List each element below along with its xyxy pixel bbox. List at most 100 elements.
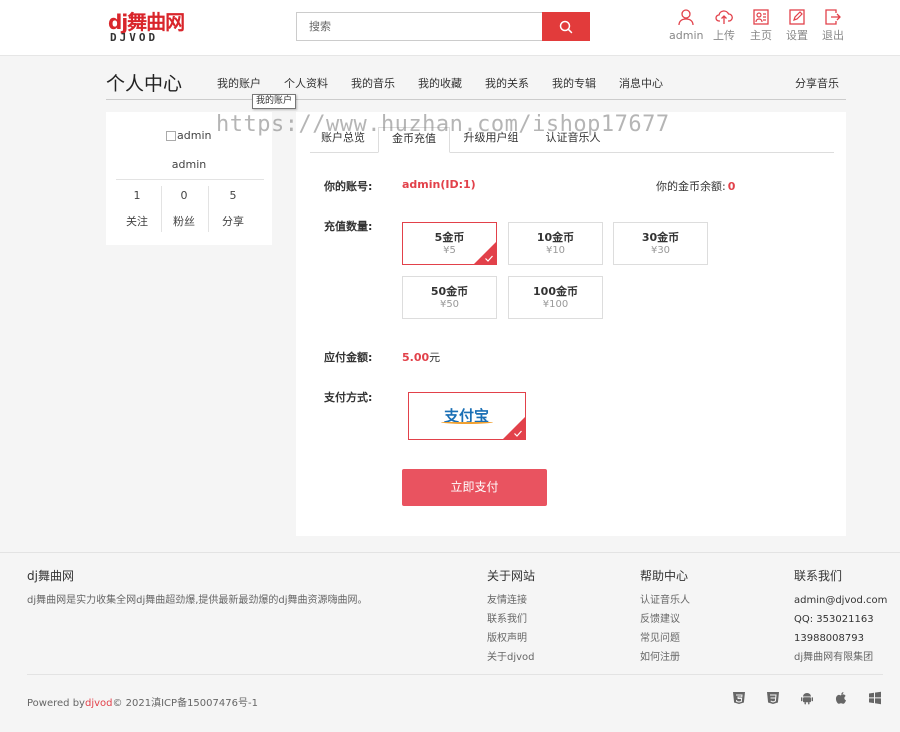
profile-divider	[116, 179, 264, 180]
avatar[interactable]: admin	[166, 129, 211, 142]
stat-shares[interactable]: 5 分享	[210, 186, 256, 232]
due-unit: 元	[429, 351, 441, 364]
coin-option-amount: 100金币	[533, 285, 578, 298]
footer-contact-company: dj舞曲网有限集团	[794, 652, 874, 663]
coin-option-30[interactable]: 30金币 ¥30	[613, 222, 708, 265]
alipay-option[interactable]: 支付宝	[408, 392, 526, 440]
stat-fans[interactable]: 0 粉丝	[161, 186, 207, 232]
share-music-link[interactable]: 分享音乐	[795, 77, 839, 91]
nav-logout[interactable]: 退出	[822, 8, 844, 43]
footer-description: dj舞曲网是实力收集全网dj舞曲超劲爆,提供最新最劲爆的dj舞曲资源嗨曲网。	[27, 595, 368, 606]
tab-verify-musician[interactable]: 认证音乐人	[538, 127, 608, 148]
tab-account-overview[interactable]: 账户总览	[310, 127, 376, 148]
css3-icon	[767, 692, 779, 704]
upload-cloud-icon	[715, 10, 733, 24]
avatar-alt-text: admin	[177, 129, 212, 142]
search-button[interactable]	[542, 12, 590, 41]
coin-option-50[interactable]: 50金币 ¥50	[402, 276, 497, 319]
footer-contact-phone: 13988008793	[794, 633, 864, 644]
coin-option-10[interactable]: 10金币 ¥10	[508, 222, 603, 265]
windows-icon	[869, 691, 881, 705]
stat-shares-value: 5	[229, 189, 237, 202]
stat-following-value: 1	[133, 189, 141, 202]
footer-link[interactable]: 认证音乐人	[640, 594, 690, 607]
footer-link[interactable]: 关于djvod	[487, 651, 535, 664]
html5-icon	[733, 692, 745, 704]
search-icon	[559, 20, 573, 33]
footer-col-help-title: 帮助中心	[640, 569, 689, 583]
pay-now-button[interactable]: 立即支付	[402, 469, 547, 506]
recharge-panel	[296, 112, 846, 536]
top-header: dj舞曲网 DJVOD admin 上传 主页 设置 退出	[0, 0, 900, 56]
logo-main-text: dj舞曲网	[108, 10, 185, 34]
account-label: 你的账号:	[324, 180, 373, 193]
profile-username: admin	[171, 158, 207, 171]
coin-option-5[interactable]: 5金币 ¥5	[402, 222, 497, 265]
coin-option-price: ¥100	[542, 299, 569, 310]
footer-link[interactable]: 常见问题	[640, 632, 680, 645]
subnav-profile[interactable]: 个人资料	[284, 77, 328, 91]
nav-user-label: admin	[669, 29, 704, 42]
subnav-divider	[106, 99, 846, 100]
nav-settings[interactable]: 设置	[786, 8, 808, 43]
balance-label: 你的金币余额:	[656, 180, 726, 193]
footer-link[interactable]: 版权声明	[487, 632, 527, 645]
subnav-relations[interactable]: 我的关系	[485, 77, 529, 91]
nav-upload-label: 上传	[713, 29, 735, 42]
footer-link[interactable]: 如何注册	[640, 651, 680, 664]
android-icon	[801, 693, 813, 705]
coin-option-price: ¥50	[439, 299, 460, 310]
footer-link[interactable]: 反馈建议	[640, 613, 680, 626]
footer-link[interactable]: 友情连接	[487, 594, 527, 607]
coin-balance: 你的金币余额: 0	[656, 178, 735, 194]
quantity-label: 充值数量:	[324, 220, 373, 233]
nav-user[interactable]: admin	[669, 8, 703, 43]
footer-contact-email[interactable]: admin@djvod.com	[794, 594, 887, 607]
check-icon	[514, 430, 522, 437]
due-value: 5.00	[402, 351, 430, 364]
balance-value: 0	[727, 180, 736, 193]
stat-following[interactable]: 1 关注	[114, 186, 160, 232]
logo-sub-text: DJVOD	[110, 31, 159, 44]
footer-col-about-title: 关于网站	[487, 569, 536, 583]
nav-logout-label: 退出	[822, 29, 844, 42]
subnav-my-account[interactable]: 我的账户	[217, 77, 261, 91]
search-input[interactable]	[297, 13, 543, 40]
coin-option-amount: 10金币	[536, 231, 575, 244]
site-logo[interactable]: dj舞曲网 DJVOD	[108, 12, 188, 44]
copyright-link[interactable]: djvod	[85, 698, 113, 709]
alipay-logo: 支付宝	[441, 407, 493, 425]
copyright-prefix: Powered by	[27, 698, 85, 709]
coin-option-price: ¥10	[545, 245, 566, 256]
nav-upload[interactable]: 上传	[713, 8, 735, 43]
account-value: admin(ID:1)	[402, 178, 476, 191]
logout-icon	[825, 9, 841, 25]
subnav-messages[interactable]: 消息中心	[619, 77, 663, 91]
subnav-favorites[interactable]: 我的收藏	[418, 77, 462, 91]
nav-homepage-label: 主页	[750, 29, 772, 42]
subnav-albums[interactable]: 我的专辑	[552, 77, 596, 91]
footer-divider	[27, 674, 883, 675]
stat-fans-label: 粉丝	[173, 215, 195, 228]
account-subnav: 我的账户 个人资料 我的音乐 我的收藏 我的关系 我的专辑 消息中心	[217, 77, 686, 91]
tab-upgrade-group[interactable]: 升级用户组	[456, 127, 526, 148]
broken-image-icon	[166, 130, 176, 141]
coin-option-100[interactable]: 100金币 ¥100	[508, 276, 603, 319]
nav-homepage[interactable]: 主页	[750, 8, 772, 43]
due-label: 应付金额:	[324, 351, 373, 364]
apple-icon	[835, 692, 846, 704]
stat-separator	[208, 186, 209, 232]
search-bar	[296, 12, 590, 41]
stat-shares-label: 分享	[222, 215, 244, 228]
user-icon	[678, 9, 694, 26]
coin-option-price: ¥30	[650, 245, 671, 256]
check-icon	[485, 255, 493, 262]
stat-following-label: 关注	[126, 215, 148, 228]
copyright: Powered bydjvod© 2021滇ICP备15007476号-1	[27, 694, 258, 709]
subnav-my-music[interactable]: 我的音乐	[351, 77, 395, 91]
tab-coin-recharge[interactable]: 金币充值	[378, 127, 450, 153]
nav-settings-label: 设置	[786, 29, 808, 42]
footer-contact-qq[interactable]: QQ: 353021163	[794, 613, 874, 626]
due-amount: 5.00元	[402, 349, 440, 365]
footer-link[interactable]: 联系我们	[487, 613, 527, 626]
